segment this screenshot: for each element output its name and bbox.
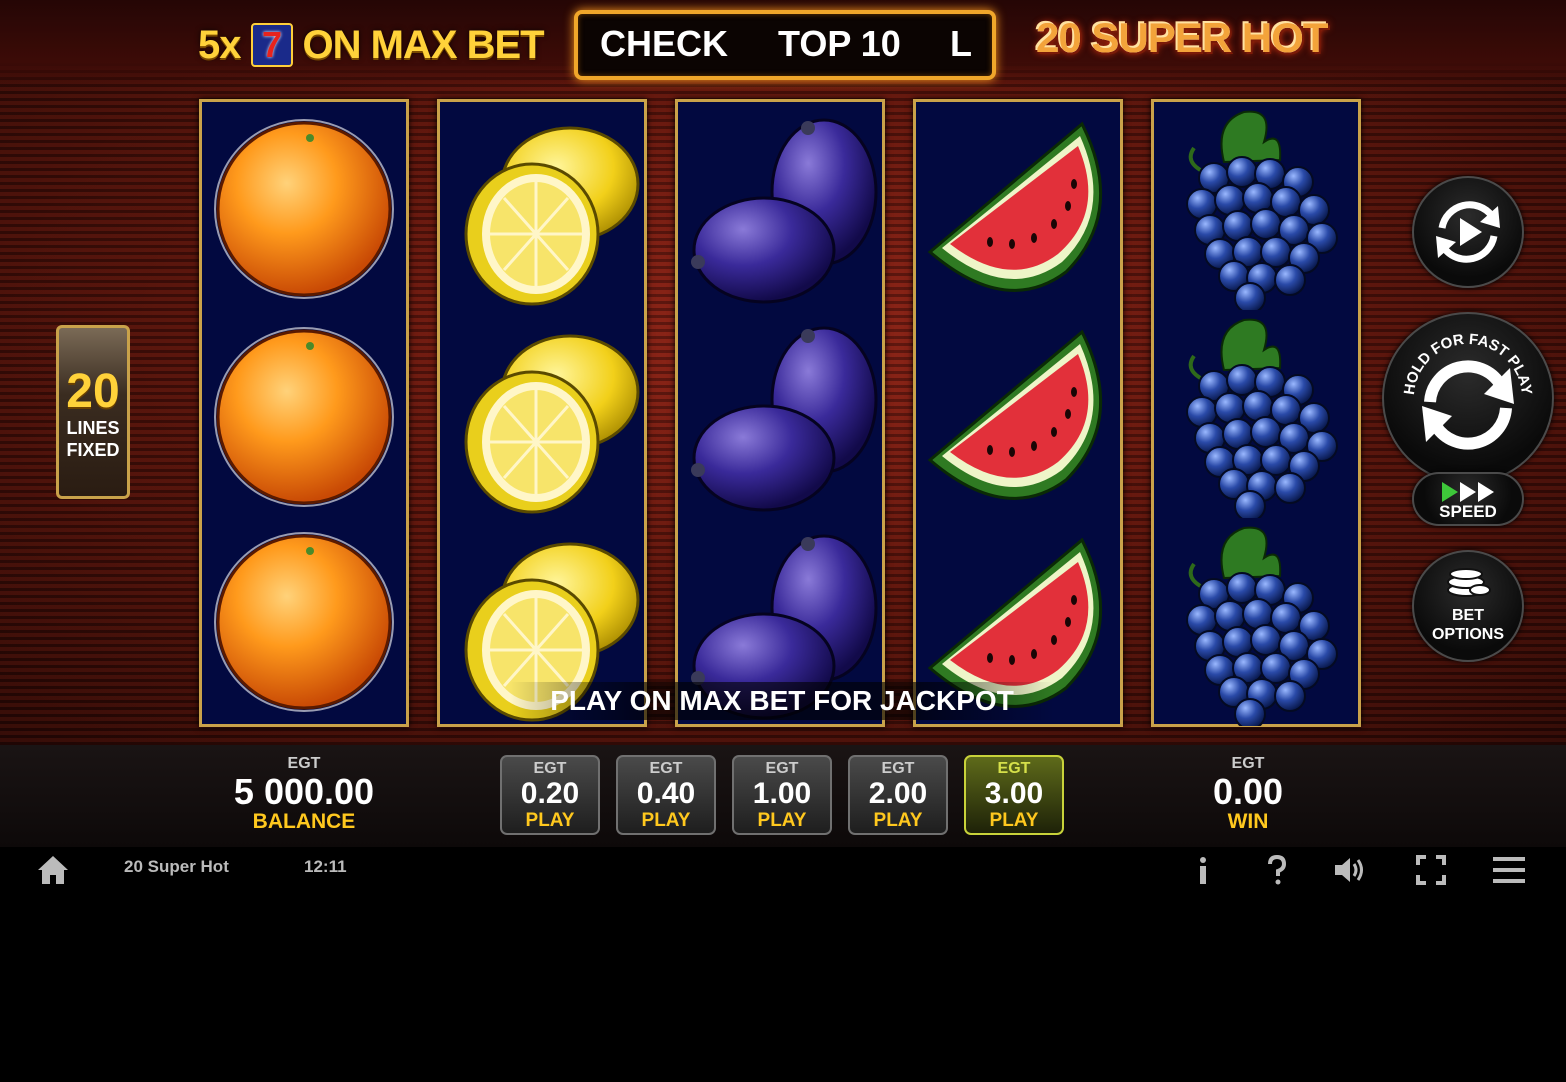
watermelon-icon	[916, 310, 1120, 518]
spin-button[interactable]: HOLD FOR FAST PLAY	[1382, 312, 1554, 484]
game-logo: 20 SUPER HOT	[1036, 14, 1328, 61]
bet-value: 3.00	[984, 777, 1044, 810]
ticker-word: CHECK	[600, 23, 729, 64]
bet-play-label: PLAY	[757, 810, 807, 831]
reel-5	[1151, 99, 1361, 730]
bet-currency: EGT	[649, 760, 683, 777]
fast-forward-icon	[1442, 482, 1494, 502]
orange-icon	[202, 310, 406, 518]
ticker-panel: CHECK TOP 10 L	[574, 10, 996, 80]
max-bet-banner: 5x 7 ON MAX BET	[198, 20, 545, 70]
max-bet-text: ON MAX BET	[302, 22, 545, 67]
lemon-icon	[440, 310, 644, 518]
lines-fixed-panel: 20 LINES FIXED	[56, 325, 130, 499]
bet-button-0-40[interactable]: EGT 0.40 PLAY	[616, 755, 716, 835]
info-icon[interactable]	[1186, 853, 1220, 887]
bet-play-label: PLAY	[525, 810, 575, 831]
bet-button-1-00[interactable]: EGT 1.00 PLAY	[732, 755, 832, 835]
bet-bar: EGT 5 000.00 BALANCE EGT 0.20 PLAY EGT 0…	[0, 745, 1566, 847]
game-area: 5x 7 ON MAX BET CHECK TOP 10 L 20 SUPER …	[0, 0, 1566, 745]
seven-icon: 7	[250, 23, 293, 67]
lemon-icon	[440, 102, 644, 310]
help-icon[interactable]	[1260, 853, 1294, 887]
bet-play-label: PLAY	[641, 810, 691, 831]
bet-button-0-20[interactable]: EGT 0.20 PLAY	[500, 755, 600, 835]
system-bar: 20 Super Hot 12:11	[0, 847, 1566, 891]
win-label: WIN	[1227, 810, 1269, 833]
grapes-icon	[1154, 102, 1358, 314]
balance-display: EGT 5 000.00 BALANCE	[204, 755, 404, 833]
orange-icon	[202, 518, 406, 726]
bet-options-label-2: OPTIONS	[1431, 626, 1504, 643]
ticker-word: L	[950, 23, 972, 64]
bet-button-2-00[interactable]: EGT 2.00 PLAY	[848, 755, 948, 835]
bet-value: 1.00	[752, 777, 812, 810]
win-display: EGT 0.00 WIN	[1168, 755, 1328, 833]
grapes-icon	[1154, 518, 1358, 730]
orange-icon	[202, 102, 406, 310]
bet-options-button[interactable]: BET OPTIONS	[1412, 550, 1524, 662]
plum-icon	[678, 310, 882, 518]
bet-value: 0.20	[520, 777, 580, 810]
autoplay-icon	[1436, 201, 1500, 263]
bet-currency: EGT	[997, 760, 1031, 777]
fixed-label: FIXED	[66, 440, 120, 460]
autoplay-button[interactable]	[1412, 176, 1524, 288]
clock: 12:11	[304, 857, 347, 876]
lines-number: 20	[66, 365, 120, 418]
balance-value: 5 000.00	[233, 771, 375, 812]
bet-currency: EGT	[881, 760, 915, 777]
menu-icon[interactable]	[1492, 853, 1526, 887]
reel-1	[199, 99, 409, 727]
bet-play-label: PLAY	[989, 810, 1039, 831]
spin-icon: HOLD FOR FAST PLAY	[1401, 331, 1535, 450]
reel-4	[913, 99, 1123, 727]
max-bet-multiplier: 5x	[198, 22, 241, 67]
speed-button[interactable]: SPEED	[1412, 472, 1524, 526]
ticker-word: TOP 10	[778, 23, 901, 64]
jackpot-message: PLAY ON MAX BET FOR JACKPOT	[510, 682, 1054, 720]
balance-label: BALANCE	[252, 810, 356, 833]
bet-value: 0.40	[636, 777, 696, 810]
bet-play-label: PLAY	[873, 810, 923, 831]
fullscreen-icon[interactable]	[1414, 853, 1448, 887]
sound-icon[interactable]	[1332, 853, 1366, 887]
grapes-icon	[1154, 310, 1358, 522]
bet-currency: EGT	[765, 760, 799, 777]
reel-2	[437, 99, 647, 727]
watermelon-icon	[916, 102, 1120, 310]
lines-label: LINES	[66, 418, 120, 438]
bet-currency: EGT	[533, 760, 567, 777]
bet-value: 2.00	[868, 777, 928, 810]
home-icon[interactable]	[36, 853, 70, 887]
bet-button-3-00[interactable]: EGT 3.00 PLAY	[964, 755, 1064, 835]
win-value: 0.00	[1212, 771, 1284, 812]
bet-options-label-1: BET	[1452, 607, 1484, 624]
speed-label: SPEED	[1439, 502, 1497, 521]
plum-icon	[678, 102, 882, 310]
coins-icon	[1447, 568, 1491, 597]
reel-3	[675, 99, 885, 727]
game-name: 20 Super Hot	[124, 857, 229, 876]
